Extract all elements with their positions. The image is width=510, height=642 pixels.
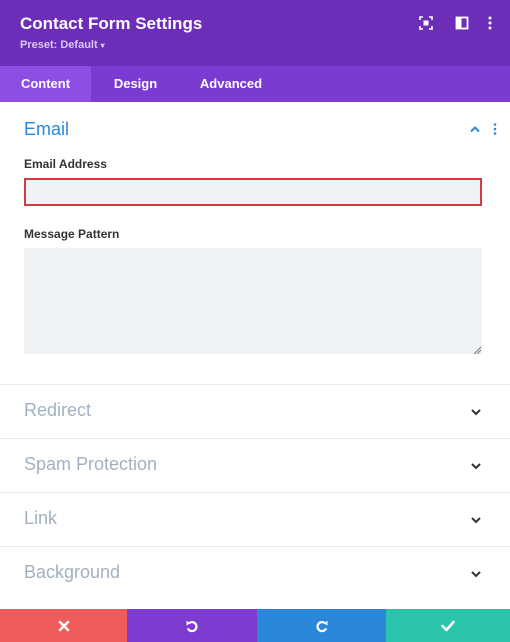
section-more-icon[interactable] <box>492 122 498 141</box>
tab-advanced[interactable]: Advanced <box>180 66 282 102</box>
panel-title: Contact Form Settings <box>20 14 203 33</box>
more-vertical-icon[interactable] <box>486 16 502 32</box>
email-address-label: Email Address <box>24 157 107 171</box>
preset-label: Preset: Default <box>20 39 98 51</box>
email-section-title[interactable]: Email <box>24 119 69 140</box>
chevron-down-icon[interactable] <box>469 567 483 581</box>
email-section: Email Email Address Message Pattern <box>0 102 510 384</box>
action-bar <box>0 609 510 642</box>
preset-caret: ▾ <box>100 41 105 50</box>
close-icon <box>58 620 69 631</box>
email-address-input[interactable] <box>24 178 482 206</box>
undo-button[interactable] <box>127 609 257 642</box>
message-pattern-label: Message Pattern <box>24 227 120 241</box>
settings-header: Contact Form Settings Preset: Default ▾ <box>0 0 510 66</box>
chevron-down-icon[interactable] <box>469 405 483 419</box>
spam-protection-section[interactable]: Spam Protection <box>0 438 510 493</box>
spam-protection-section-title: Spam Protection <box>24 454 158 474</box>
redo-icon <box>315 620 327 632</box>
link-section[interactable]: Link <box>0 492 510 547</box>
background-section[interactable]: Background <box>0 546 510 601</box>
tab-design[interactable]: Design <box>91 66 180 102</box>
check-icon <box>441 620 455 631</box>
discard-button[interactable] <box>0 609 127 642</box>
save-button[interactable] <box>386 609 510 642</box>
focus-icon[interactable] <box>419 16 435 32</box>
link-section-title: Link <box>24 508 58 528</box>
chevron-down-icon[interactable] <box>469 513 483 527</box>
redirect-section[interactable]: Redirect <box>0 384 510 439</box>
message-pattern-textarea[interactable] <box>24 248 482 354</box>
resize-handle-icon[interactable] <box>472 342 482 355</box>
chevron-down-icon[interactable] <box>469 459 483 473</box>
undo-icon <box>186 620 198 632</box>
background-section-title: Background <box>24 562 121 582</box>
redo-button[interactable] <box>257 609 386 642</box>
chevron-up-icon[interactable] <box>468 122 482 141</box>
redirect-section-title: Redirect <box>24 400 92 420</box>
split-view-icon[interactable] <box>455 16 471 32</box>
tab-content[interactable]: Content <box>0 66 91 102</box>
tab-bar: Content Design Advanced <box>0 66 510 102</box>
preset-selector[interactable]: Preset: Default ▾ <box>20 39 105 51</box>
